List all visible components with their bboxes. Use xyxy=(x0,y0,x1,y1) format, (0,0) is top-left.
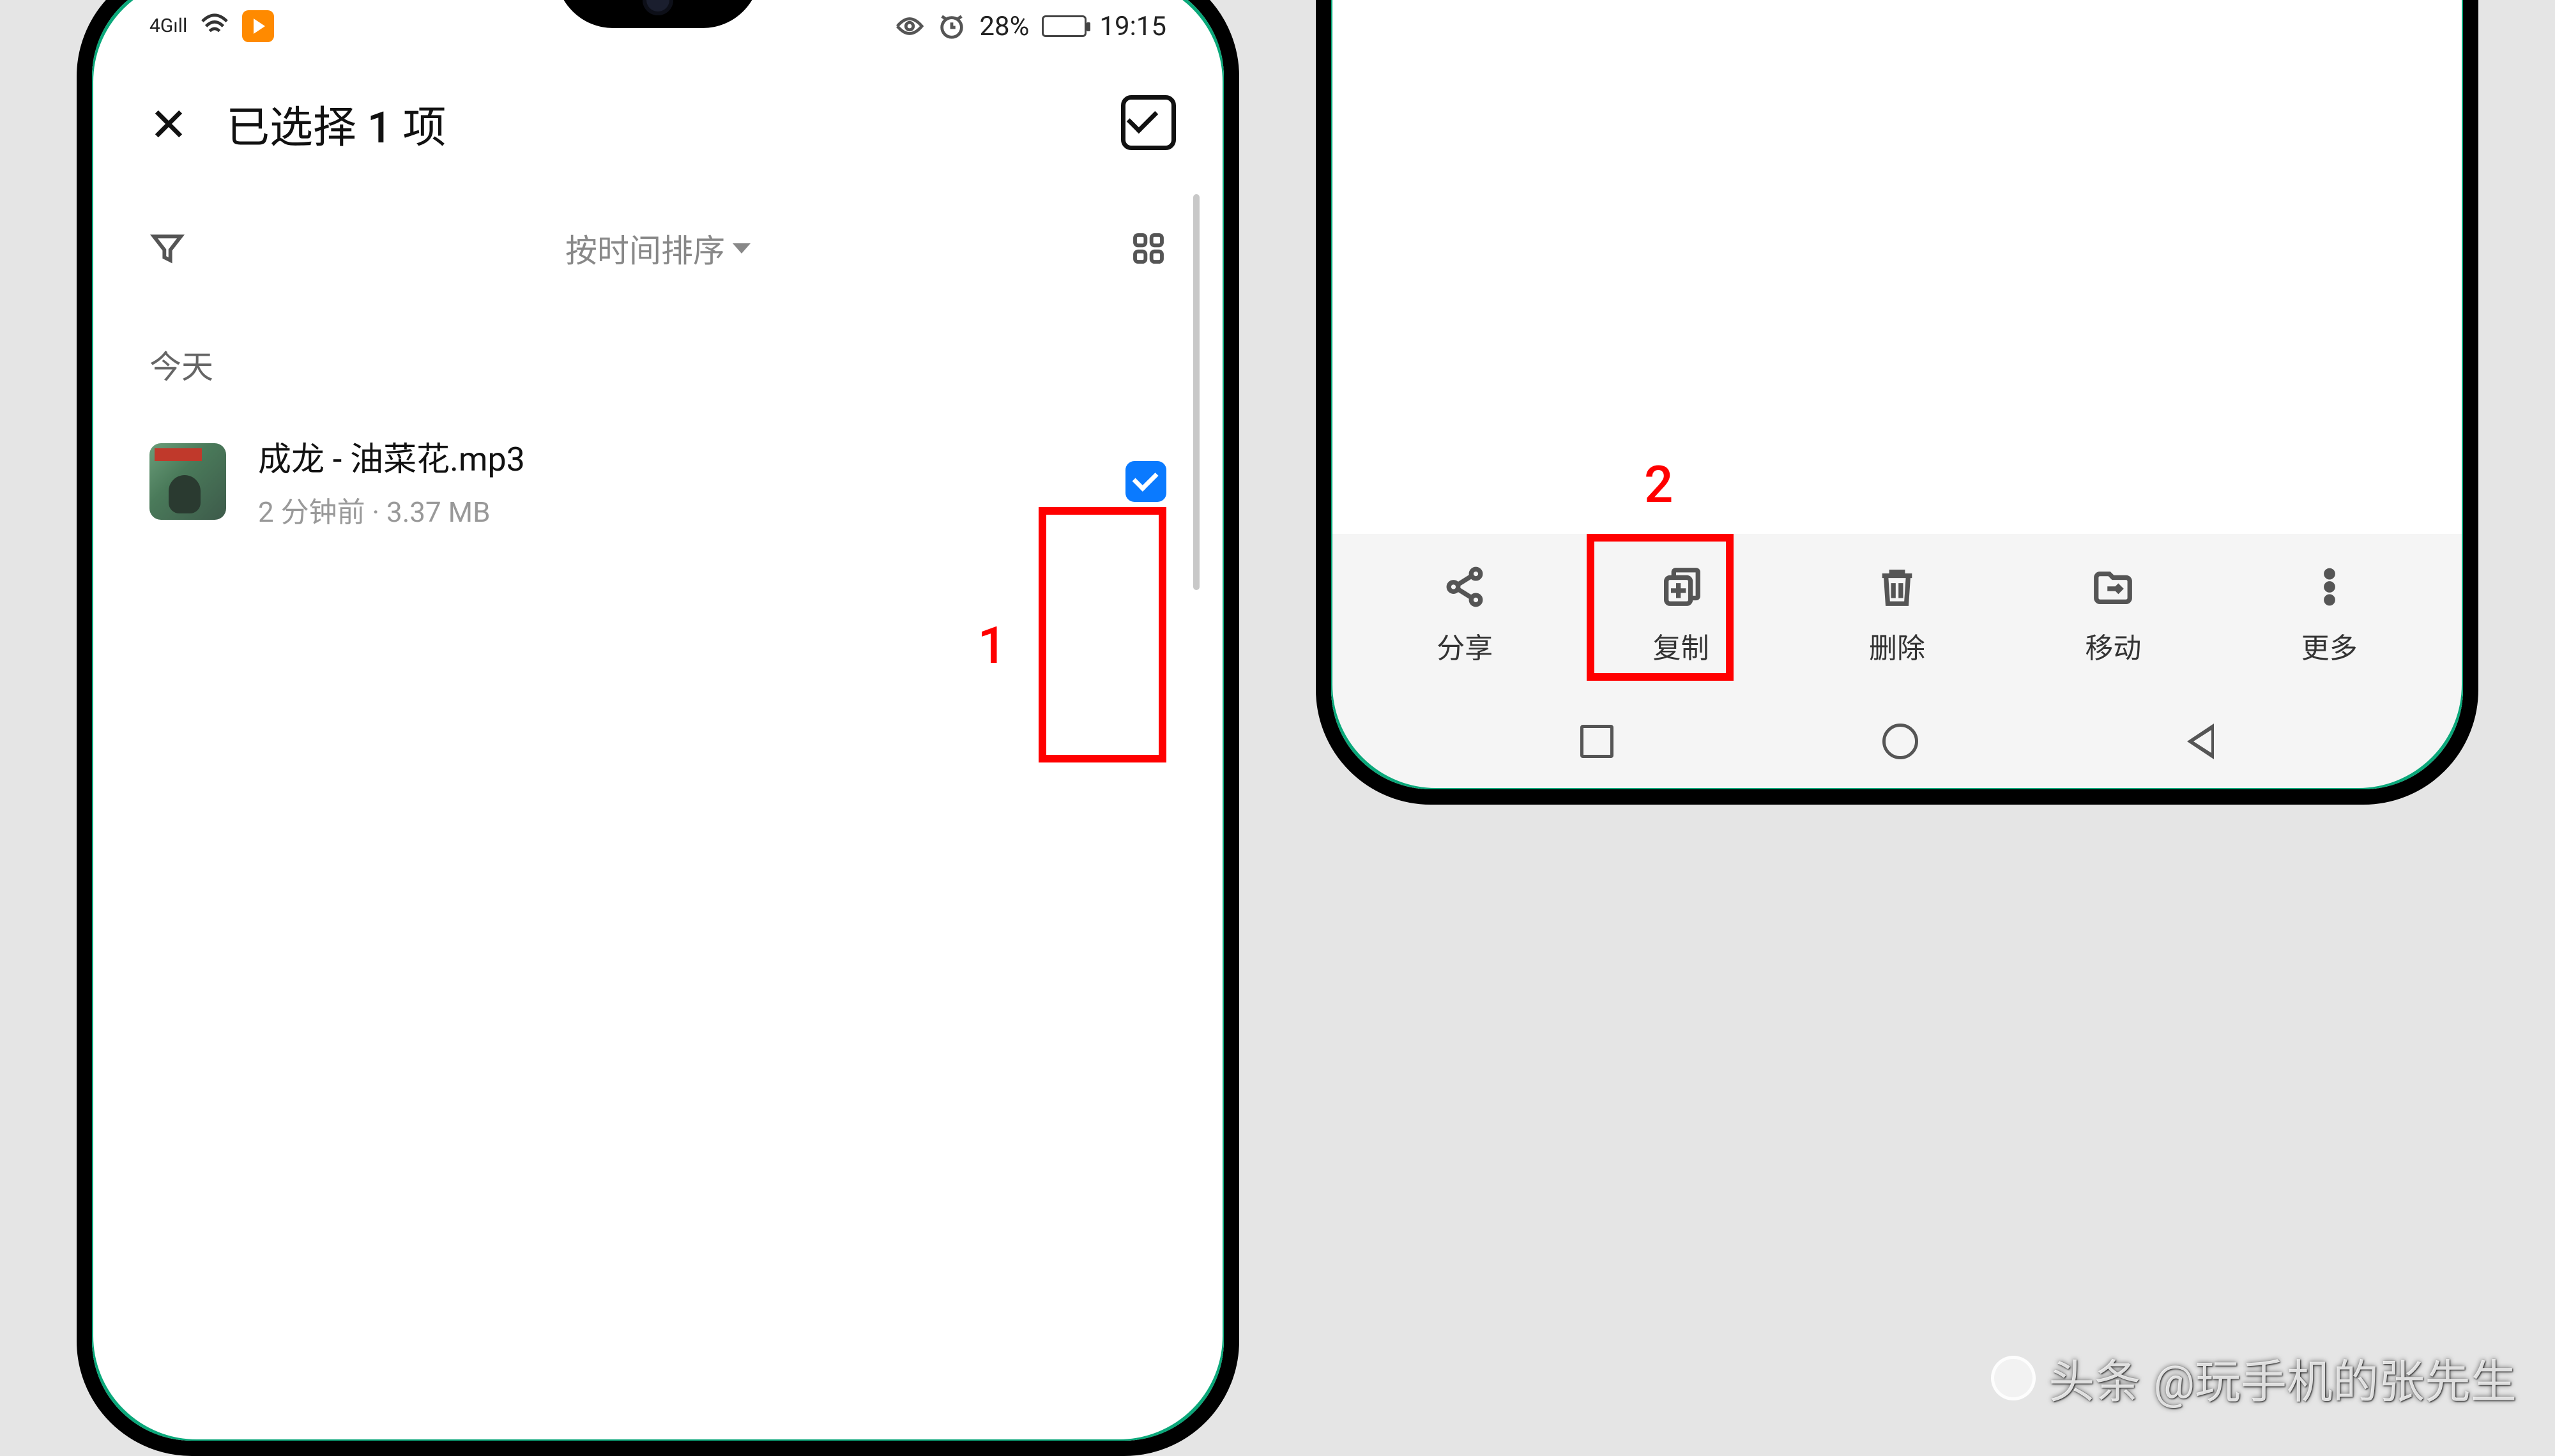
battery-percent: 28% xyxy=(979,11,1029,42)
content-area xyxy=(1331,0,2463,534)
file-name: 成龙 - 油菜花.mp3 xyxy=(258,432,1094,480)
watermark-author: @玩手机的张先生 xyxy=(2153,1344,2517,1411)
signal-icon: 4Gıll xyxy=(149,17,187,36)
move-button[interactable]: 移动 xyxy=(2055,561,2170,666)
file-checkbox[interactable] xyxy=(1125,461,1166,502)
copy-label: 复制 xyxy=(1653,625,1709,666)
more-icon xyxy=(2304,561,2355,612)
copy-button[interactable]: 复制 xyxy=(1624,561,1739,666)
file-thumbnail xyxy=(149,443,226,520)
view-grid-button[interactable] xyxy=(1131,231,1166,266)
select-all-button[interactable] xyxy=(1122,98,1173,149)
share-icon xyxy=(1439,561,1490,612)
clock-time: 19:15 xyxy=(1099,11,1166,42)
play-badge-icon xyxy=(242,10,274,42)
more-button[interactable]: 更多 xyxy=(2272,561,2387,666)
move-icon xyxy=(2087,561,2139,612)
move-label: 移动 xyxy=(2085,625,2141,666)
chevron-down-icon xyxy=(733,243,751,254)
share-label: 分享 xyxy=(1437,625,1493,666)
eye-icon xyxy=(895,11,924,41)
alarm-icon xyxy=(937,11,966,41)
filter-button[interactable] xyxy=(149,231,185,266)
bottom-toolbar: 分享 复制 删除 移动 xyxy=(1331,534,2463,694)
battery-icon xyxy=(1042,15,1087,37)
file-row[interactable]: 成龙 - 油菜花.mp3 2 分钟前 · 3.37 MB xyxy=(92,413,1224,549)
toutiao-logo-icon xyxy=(1991,1356,2036,1400)
section-today: 今天 xyxy=(92,297,1224,413)
trash-icon xyxy=(1872,561,1923,612)
file-meta: 2 分钟前 · 3.37 MB xyxy=(258,489,1094,530)
nav-recent-button[interactable] xyxy=(1580,725,1613,758)
wifi-icon xyxy=(200,11,229,41)
sort-label-text: 按时间排序 xyxy=(565,225,725,271)
more-label: 更多 xyxy=(2301,625,2358,666)
watermark-brand: 头条 xyxy=(2048,1344,2140,1411)
share-button[interactable]: 分享 xyxy=(1407,561,1522,666)
selection-title: 已选择 1 项 xyxy=(226,92,1090,155)
sort-row: 按时间排序 xyxy=(92,168,1224,297)
delete-button[interactable]: 删除 xyxy=(1840,561,1955,666)
delete-label: 删除 xyxy=(1869,625,1925,666)
watermark: 头条 @玩手机的张先生 xyxy=(1991,1344,2517,1411)
phone-left: 4Gıll 28% 19:15 已选择 1 项 xyxy=(77,0,1239,1456)
selection-header: 已选择 1 项 xyxy=(92,54,1224,168)
nav-back-button[interactable] xyxy=(2187,724,2214,759)
close-button[interactable] xyxy=(143,98,194,149)
android-nav-bar xyxy=(1331,694,2463,789)
copy-icon xyxy=(1656,561,1707,612)
annotation-number-2: 2 xyxy=(1644,455,1673,515)
phone-right: 2 分享 复制 删除 xyxy=(1316,0,2478,805)
sort-dropdown[interactable]: 按时间排序 xyxy=(565,225,751,271)
nav-home-button[interactable] xyxy=(1882,724,1918,759)
annotation-number-1: 1 xyxy=(978,616,1007,676)
